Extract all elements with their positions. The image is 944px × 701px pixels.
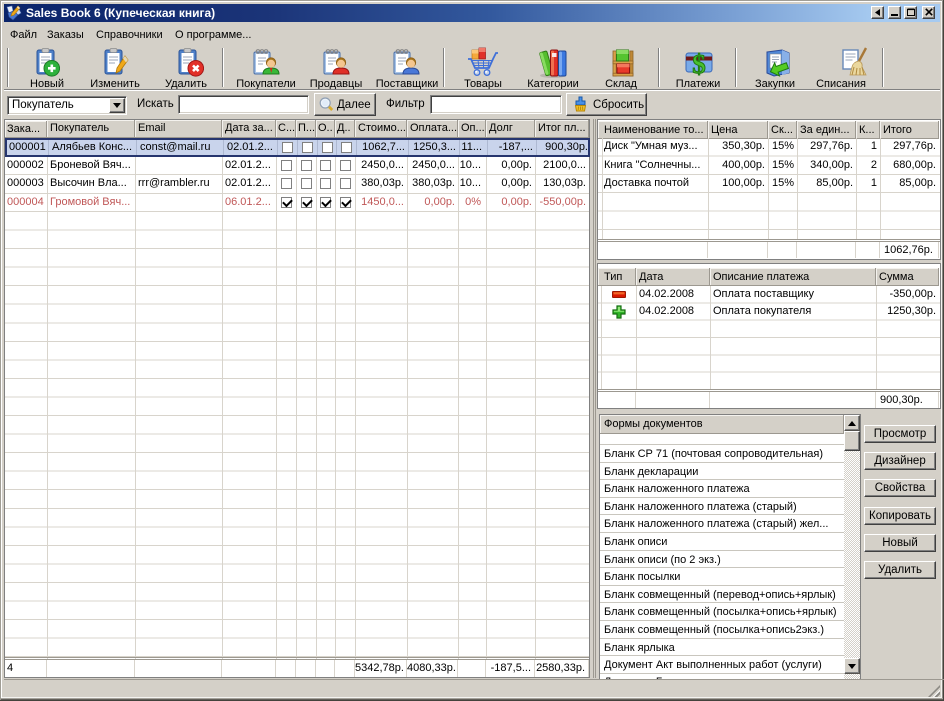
svg-text:$: $ xyxy=(692,49,706,79)
